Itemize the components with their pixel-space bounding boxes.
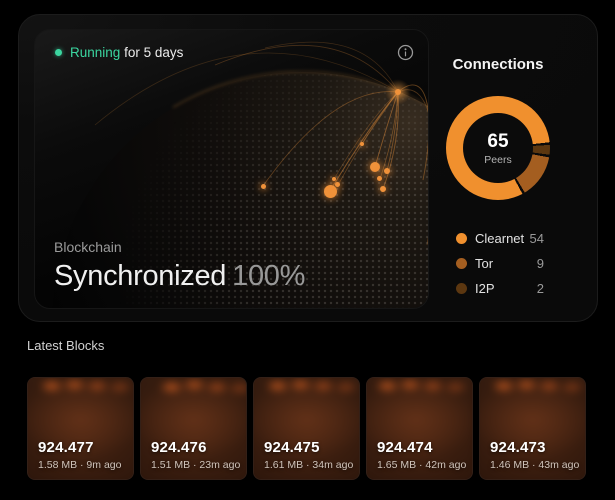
legend-dot xyxy=(456,258,467,269)
legend-row-tor: Tor 9 xyxy=(456,255,544,272)
running-label: Running xyxy=(70,45,120,60)
legend-row-i2p: I2P 2 xyxy=(456,280,544,297)
legend-value: 2 xyxy=(537,281,544,296)
connections-legend: Clearnet 54 Tor 9 I2P 2 xyxy=(456,230,544,297)
block-meta: 1.58 MB · 9m ago xyxy=(38,459,121,471)
block-info: 924.475 1.61 MB · 34m ago xyxy=(264,439,353,471)
globe-card: Running for 5 days Blockchain Synchroniz… xyxy=(34,29,429,309)
bitcoin-node-dashboard: Running for 5 days Blockchain Synchroniz… xyxy=(0,0,615,500)
node-status: Running for 5 days xyxy=(55,45,183,60)
block-card[interactable]: 924.473 1.46 MB · 43m ago xyxy=(479,377,586,480)
block-height: 924.474 xyxy=(377,439,466,456)
peer-dot xyxy=(370,162,380,172)
uptime-label: for 5 days xyxy=(124,45,183,60)
info-icon xyxy=(397,44,414,61)
blockchain-sync-status: Blockchain Synchronized100% xyxy=(54,239,305,293)
block-height: 924.477 xyxy=(38,439,121,456)
peer-count: 65 xyxy=(487,131,508,153)
peer-dot xyxy=(324,185,337,198)
block-meta: 1.61 MB · 34m ago xyxy=(264,459,353,471)
sync-percent: 100% xyxy=(232,260,305,292)
block-meta: 1.65 MB · 42m ago xyxy=(377,459,466,471)
connections-donut-chart: 65 Peers xyxy=(446,96,550,200)
latest-blocks-row: 924.477 1.58 MB · 9m ago 924.476 1.51 MB… xyxy=(27,377,586,480)
synchronized-label: Synchronized xyxy=(54,260,226,292)
info-button[interactable] xyxy=(395,42,415,62)
donut-center: 65 Peers xyxy=(463,113,533,183)
peer-dot xyxy=(395,89,401,95)
running-status-dot xyxy=(55,49,62,56)
peer-unit-label: Peers xyxy=(484,154,511,166)
peer-dot xyxy=(360,142,364,146)
peer-dot xyxy=(384,168,390,174)
block-height: 924.476 xyxy=(151,439,240,456)
legend-label: Clearnet xyxy=(475,231,524,246)
latest-blocks-title: Latest Blocks xyxy=(27,338,104,353)
block-meta: 1.51 MB · 23m ago xyxy=(151,459,240,471)
block-info: 924.474 1.65 MB · 42m ago xyxy=(377,439,466,471)
legend-label: Tor xyxy=(475,256,493,271)
blockchain-label: Blockchain xyxy=(54,239,305,255)
legend-row-clearnet: Clearnet 54 xyxy=(456,230,544,247)
sync-status-text: Synchronized100% xyxy=(54,260,305,293)
block-card[interactable]: 924.474 1.65 MB · 42m ago xyxy=(366,377,473,480)
peer-dot xyxy=(335,182,340,187)
legend-dot xyxy=(456,283,467,294)
block-card[interactable]: 924.477 1.58 MB · 9m ago xyxy=(27,377,134,480)
peer-dot xyxy=(380,186,386,192)
block-info: 924.477 1.58 MB · 9m ago xyxy=(38,439,121,471)
block-height: 924.473 xyxy=(490,439,579,456)
node-status-card: Running for 5 days Blockchain Synchroniz… xyxy=(18,14,598,322)
peer-dot xyxy=(261,184,266,189)
legend-label: I2P xyxy=(475,281,495,296)
block-meta: 1.46 MB · 43m ago xyxy=(490,459,579,471)
connections-panel: Connections 65 Peers Clearnet 54 Tor 9 xyxy=(430,15,566,321)
connections-title: Connections xyxy=(430,56,566,73)
block-card[interactable]: 924.475 1.61 MB · 34m ago xyxy=(253,377,360,480)
peer-dot xyxy=(332,177,336,181)
block-info: 924.473 1.46 MB · 43m ago xyxy=(490,439,579,471)
block-height: 924.475 xyxy=(264,439,353,456)
peer-dot xyxy=(377,176,382,181)
legend-dot xyxy=(456,233,467,244)
block-info: 924.476 1.51 MB · 23m ago xyxy=(151,439,240,471)
block-card[interactable]: 924.476 1.51 MB · 23m ago xyxy=(140,377,247,480)
legend-value: 9 xyxy=(537,256,544,271)
legend-value: 54 xyxy=(530,231,544,246)
